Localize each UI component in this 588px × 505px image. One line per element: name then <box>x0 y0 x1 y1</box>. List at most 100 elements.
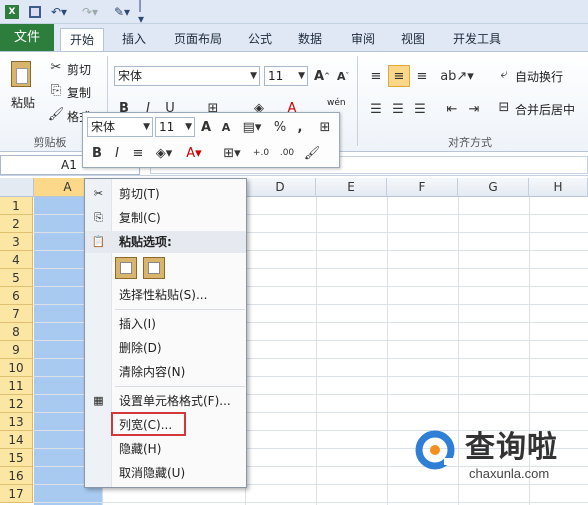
row-header[interactable]: 7 <box>0 305 33 323</box>
menu-item-clear-contents[interactable]: 清除内容(N) <box>85 361 246 383</box>
menu-item-paste-special[interactable]: 选择性粘贴(S)... <box>85 284 246 306</box>
save-icon[interactable] <box>27 3 43 20</box>
mini-decrease-decimal-icon[interactable]: .00 <box>275 144 299 162</box>
mini-font-name-combo[interactable]: 宋体 ▼ <box>87 117 153 137</box>
font-name-value: 宋体 <box>118 69 143 83</box>
mini-shrink-font-icon[interactable]: A <box>217 118 235 136</box>
row-header[interactable]: 12 <box>0 395 33 413</box>
mini-increase-decimal-icon[interactable]: +.0 <box>249 144 273 162</box>
grow-font-icon[interactable]: A ^ <box>313 67 331 85</box>
merge-center-button[interactable]: 合并后居中 <box>515 101 575 118</box>
tab-review[interactable]: 审阅 <box>343 28 383 52</box>
mini-align-center-icon[interactable]: ≡ <box>129 144 147 162</box>
ribbon-tabs: 开始 插入 页面布局 公式 数据 审阅 视图 开发工具 <box>0 24 588 52</box>
row-header[interactable]: 11 <box>0 377 33 395</box>
menu-item-clear-label: 清除内容(N) <box>119 365 186 379</box>
copy-button[interactable]: 复制 <box>67 84 91 101</box>
align-right-icon[interactable]: ☰ <box>410 99 430 119</box>
excel-logo-icon: X <box>3 3 21 20</box>
align-center-icon[interactable]: ☰ <box>388 99 408 119</box>
mini-percent-button[interactable]: % <box>271 118 289 136</box>
row-header[interactable]: 14 <box>0 431 33 449</box>
paste-option-values-icon[interactable] <box>143 257 165 279</box>
menu-item-insert-label: 插入(I) <box>119 317 156 331</box>
row-header[interactable]: 13 <box>0 413 33 431</box>
row-header[interactable]: 15 <box>0 449 33 467</box>
customize-qat-icon[interactable]: |▾ <box>138 0 148 26</box>
menu-item-delete[interactable]: 删除(D) <box>85 337 246 359</box>
select-all-corner[interactable] <box>0 178 34 197</box>
mini-bold-icon[interactable]: B <box>89 144 105 162</box>
tab-formulas[interactable]: 公式 <box>240 28 280 52</box>
menu-item-hide[interactable]: 隐藏(H) <box>85 438 246 460</box>
mini-font-color-icon[interactable]: A▾ <box>181 144 207 162</box>
orientation-icon[interactable]: ab↗▾ <box>440 66 474 86</box>
paste-icon[interactable] <box>8 58 34 90</box>
mini-fill-color-icon[interactable]: ◈▾ <box>151 144 177 162</box>
watermark-brand: 查询啦 <box>465 430 558 465</box>
tab-insert[interactable]: 插入 <box>112 28 156 52</box>
mini-font-size-combo[interactable]: 11 ▼ <box>155 117 195 137</box>
mini-comma-button[interactable]: , <box>293 118 307 136</box>
row-header[interactable]: 4 <box>0 251 33 269</box>
align-bottom-icon[interactable]: ≡ <box>412 66 432 86</box>
row-header[interactable]: 10 <box>0 359 33 377</box>
watermark-url: chaxunla.com <box>469 466 550 481</box>
tab-home[interactable]: 开始 <box>60 28 104 52</box>
quick-access-toolbar: X ↶▾ ↷▾ ✎▾ |▾ <box>0 0 588 26</box>
font-size-value: 11 <box>268 69 284 83</box>
undo-icon[interactable]: ↶▾ <box>49 3 69 20</box>
align-left-icon[interactable]: ☰ <box>366 99 386 119</box>
tab-data[interactable]: 数据 <box>290 28 330 52</box>
tab-page-layout[interactable]: 页面布局 <box>165 28 231 52</box>
watermark: 查询啦 chaxunla.com <box>413 420 578 488</box>
row-header[interactable]: 3 <box>0 233 33 251</box>
increase-indent-icon[interactable]: ⇥ <box>464 99 484 119</box>
font-name-combo[interactable]: 宋体 ▼ <box>114 66 260 86</box>
tab-view[interactable]: 视图 <box>393 28 433 52</box>
wrap-text-button[interactable]: 自动换行 <box>515 68 563 85</box>
align-top-icon[interactable]: ≡ <box>366 66 386 86</box>
cut-button[interactable]: 剪切 <box>67 61 91 78</box>
font-size-combo[interactable]: 11 ▼ <box>264 66 308 86</box>
column-width-highlight-box <box>111 412 186 436</box>
tab-developer[interactable]: 开发工具 <box>446 28 508 52</box>
row-header[interactable]: 9 <box>0 341 33 359</box>
mini-number-format-icon[interactable]: ▤▾ <box>239 118 265 136</box>
menu-item-format-cells[interactable]: ▦ 设置单元格格式(F)... <box>85 390 246 412</box>
paste-button[interactable]: 粘贴 <box>11 94 35 111</box>
brush-icon[interactable]: ✎▾ <box>110 3 134 20</box>
row-header[interactable]: 17 <box>0 485 33 503</box>
mini-grow-font-icon[interactable]: A <box>197 118 215 136</box>
row-header[interactable]: 1 <box>0 197 33 215</box>
column-header-f[interactable]: F <box>387 178 458 197</box>
mini-font-size-value: 11 <box>159 120 175 134</box>
menu-item-paste-special-label: 选择性粘贴(S)... <box>119 288 208 302</box>
mini-italic-icon[interactable]: I <box>109 144 125 162</box>
mini-format-painter-icon[interactable]: 🖌 <box>303 144 321 162</box>
shrink-font-icon[interactable]: Aˇ <box>334 67 352 85</box>
row-header[interactable]: 8 <box>0 323 33 341</box>
gridline <box>33 502 588 503</box>
menu-item-unhide[interactable]: 取消隐藏(U) <box>85 462 246 484</box>
column-header-d[interactable]: D <box>245 178 316 197</box>
redo-icon[interactable]: ↷▾ <box>80 3 100 20</box>
align-middle-icon[interactable]: ≡ <box>388 65 410 87</box>
paste-option-keep-format-icon[interactable] <box>115 257 137 279</box>
menu-item-unhide-label: 取消隐藏(U) <box>119 466 186 480</box>
tab-file[interactable]: 文件 <box>0 24 54 52</box>
row-header[interactable]: 6 <box>0 287 33 305</box>
row-header[interactable]: 2 <box>0 215 33 233</box>
decrease-indent-icon[interactable]: ⇤ <box>442 99 462 119</box>
column-header-g[interactable]: G <box>458 178 529 197</box>
menu-item-insert[interactable]: 插入(I) <box>85 313 246 335</box>
column-header-h[interactable]: H <box>529 178 588 197</box>
phonetic-guide[interactable]: wén <box>327 98 346 108</box>
mini-border-icon[interactable]: ⊞▾ <box>219 144 245 162</box>
column-header-e[interactable]: E <box>316 178 387 197</box>
row-header[interactable]: 16 <box>0 467 33 485</box>
row-header[interactable]: 5 <box>0 269 33 287</box>
mini-format-icon[interactable]: ⊞ <box>315 118 335 136</box>
menu-item-cut[interactable]: ✂ 剪切(T) <box>85 183 246 205</box>
menu-item-copy[interactable]: ⎘ 复制(C) <box>85 207 246 229</box>
